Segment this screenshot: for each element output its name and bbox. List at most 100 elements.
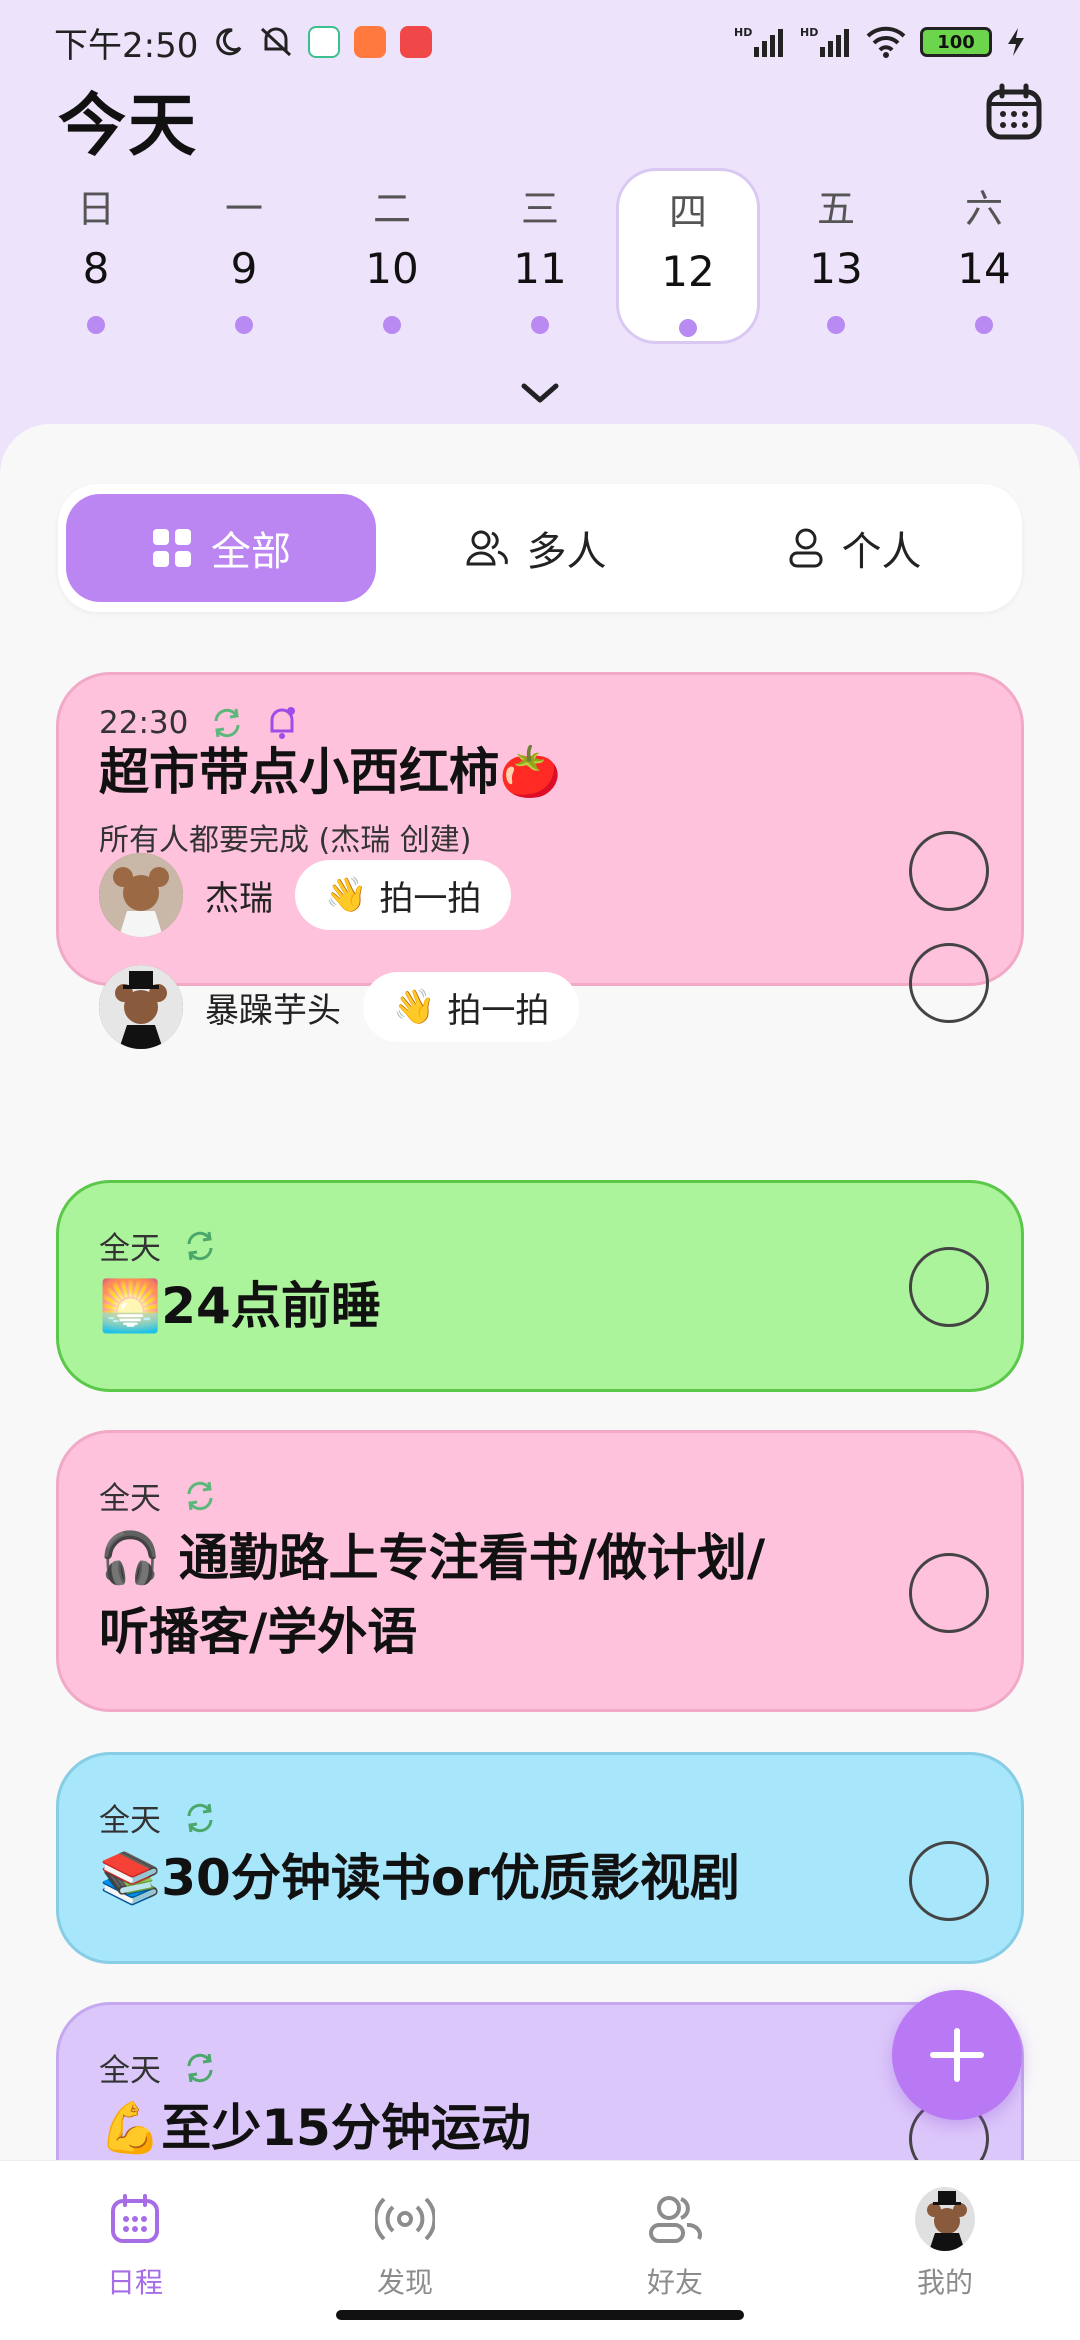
member-name: 杰瑞	[205, 878, 273, 919]
avatar	[99, 965, 183, 1049]
task-card[interactable]: 全天 📚30分钟读书or优质影视剧	[56, 1752, 1024, 1964]
day-sat[interactable]: 六 14	[912, 168, 1056, 344]
day-weekday: 二	[372, 187, 411, 231]
moon-icon	[212, 26, 244, 58]
home-indicator	[336, 2310, 744, 2320]
day-weekday: 日	[76, 187, 115, 231]
task-title: 💪至少15分钟运动	[99, 2099, 531, 2157]
filter-group-label: 多人	[526, 529, 607, 575]
pat-button[interactable]: 👋 拍一拍	[363, 972, 580, 1042]
task-title: 🌅24点前睡	[99, 1277, 381, 1335]
day-fri[interactable]: 五 13	[764, 168, 908, 344]
member-name: 暴躁芋头	[205, 990, 341, 1031]
pat-label: 拍一拍	[379, 878, 482, 919]
clap-icon: 👋	[325, 875, 368, 915]
task-meta: 全天	[99, 1795, 217, 1840]
calendar-icon	[986, 83, 1042, 140]
day-weekday: 三	[520, 187, 559, 231]
day-number: 14	[957, 244, 1011, 293]
task-check[interactable]	[909, 1841, 989, 1921]
task-check[interactable]	[909, 1247, 989, 1327]
expand-calendar-button[interactable]	[516, 376, 564, 410]
day-number: 12	[661, 247, 715, 296]
day-number: 13	[809, 244, 863, 293]
filter-all-label: 全部	[211, 529, 291, 575]
day-dot	[87, 316, 105, 334]
day-weekday: 六	[964, 187, 1003, 231]
calendar-icon	[111, 2194, 159, 2243]
filter-personal[interactable]: 个人	[695, 494, 1014, 602]
news-app-icon	[400, 26, 433, 58]
shopping-app-icon	[354, 26, 387, 58]
day-weekday: 五	[816, 187, 855, 231]
day-dot	[975, 316, 993, 334]
day-weekday: 四	[668, 190, 707, 234]
day-mon[interactable]: 一 9	[172, 168, 316, 344]
member-check[interactable]	[909, 831, 989, 911]
calendar-button[interactable]	[984, 82, 1044, 142]
task-time: 全天	[99, 1481, 161, 1517]
network-label-1: HD	[734, 26, 752, 39]
task-time: 全天	[99, 2053, 161, 2089]
status-time: 下午2:50	[54, 25, 199, 66]
task-title-line-1: 🎧 通勤路上专注看书/做计划/	[99, 1529, 766, 1587]
nav-schedule[interactable]: 日程	[0, 2161, 270, 2340]
battery-indicator: 100	[920, 27, 992, 57]
page-title: 今天	[58, 87, 199, 166]
day-dot	[679, 319, 697, 337]
repeat-icon	[187, 2053, 213, 2082]
pat-label: 拍一拍	[447, 990, 550, 1031]
task-meta: 全天	[99, 1223, 217, 1268]
task-list-sheet: 全部 多人 个人 22:30 超市带点小西红柿🍅 所有人都要完成 (杰瑞 创建)…	[0, 424, 1080, 2164]
task-card[interactable]: 全天 🌅24点前睡	[56, 1180, 1024, 1392]
grid-icon	[153, 529, 191, 567]
repeat-icon	[187, 1231, 213, 1260]
day-number: 9	[230, 244, 258, 293]
task-card-shared[interactable]: 22:30 超市带点小西红柿🍅 所有人都要完成 (杰瑞 创建) 杰瑞 👋 拍一拍…	[56, 672, 1024, 1049]
task-meta: 全天	[99, 1473, 217, 1518]
nav-label: 我的	[916, 2266, 973, 2299]
week-strip: 日 8 一 9 二 10 三 11 四 12 五 13 六 14	[24, 168, 1056, 344]
group-icon	[465, 530, 508, 566]
day-tue[interactable]: 二 10	[320, 168, 464, 344]
wifi-icon	[866, 26, 906, 58]
task-title-line-2: 听播客/学外语	[99, 1603, 418, 1661]
task-title: 超市带点小西红柿🍅	[99, 743, 562, 801]
member-row: 暴躁芋头 👋 拍一拍	[99, 965, 580, 1049]
day-dot	[235, 316, 253, 334]
filter-group[interactable]: 多人	[376, 494, 695, 602]
task-title: 📚30分钟读书or优质影视剧	[99, 1849, 740, 1907]
nav-label: 日程	[106, 2266, 163, 2299]
plus-icon	[930, 2028, 984, 2082]
day-number: 10	[365, 244, 419, 293]
task-card[interactable]: 全天 💪至少15分钟运动	[56, 2002, 1024, 2164]
day-dot	[827, 316, 845, 334]
task-check[interactable]	[909, 1553, 989, 1633]
pat-button[interactable]: 👋 拍一拍	[295, 860, 512, 930]
add-task-button[interactable]	[892, 1990, 1022, 2120]
chat-app-icon	[308, 26, 341, 58]
broadcast-icon	[375, 2197, 435, 2241]
friends-icon	[649, 2196, 703, 2243]
task-time: 全天	[99, 1803, 161, 1839]
day-wed[interactable]: 三 11	[468, 168, 612, 344]
charging-icon	[1006, 26, 1026, 58]
repeat-icon	[187, 1481, 213, 1510]
repeat-icon	[187, 1803, 213, 1832]
day-thu-selected[interactable]: 四 12	[616, 168, 760, 344]
avatar	[99, 853, 183, 937]
signal-icon-2: HD	[800, 25, 852, 59]
task-card[interactable]: 全天 🎧 通勤路上专注看书/做计划/ 听播客/学外语	[56, 1430, 1024, 1712]
day-dot	[531, 316, 549, 334]
nav-me[interactable]: 我的	[810, 2161, 1080, 2340]
mute-icon	[258, 25, 294, 59]
member-check[interactable]	[909, 943, 989, 1023]
task-meta: 全天	[99, 2045, 217, 2090]
filter-personal-label: 个人	[841, 529, 922, 575]
day-number: 8	[82, 244, 110, 293]
filter-all[interactable]: 全部	[66, 494, 376, 602]
day-dot	[383, 316, 401, 334]
filter-segmented-control: 全部 多人 个人	[58, 484, 1022, 612]
day-sun[interactable]: 日 8	[24, 168, 168, 344]
chevron-down-icon	[521, 383, 559, 403]
